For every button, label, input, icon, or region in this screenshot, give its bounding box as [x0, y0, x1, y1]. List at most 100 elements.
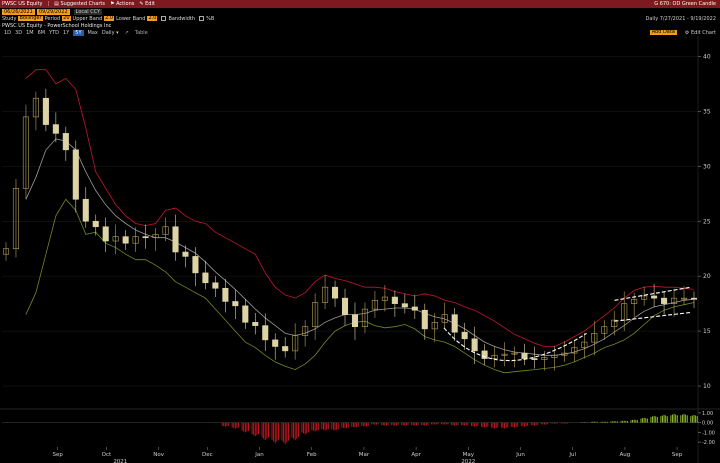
- lower-band-field[interactable]: 2.0: [147, 16, 158, 21]
- candle-body: [332, 286, 339, 299]
- x-month-label: Jan: [254, 452, 264, 458]
- ticker-label[interactable]: PWSC US Equity: [2, 1, 42, 7]
- upper-band-field[interactable]: 2.0: [104, 16, 115, 21]
- sub-y-tick-label: 1.00: [702, 411, 713, 417]
- candle-body: [182, 251, 189, 257]
- table-label: Table: [134, 29, 148, 36]
- percent-b-panel: 1.00 0.00 -1.00 -2.00: [2, 411, 715, 446]
- x-month-label: Aug: [620, 452, 631, 458]
- add-data-field[interactable]: Add Data: [649, 30, 677, 35]
- title-bar: PWSC US Equity | ▤ Suggested Charts ⚑ Ac…: [0, 0, 720, 8]
- date-range-readout: Daily 7/27/2021 - 9/19/2022: [645, 15, 717, 22]
- suggested-charts-label: Suggested Charts: [60, 1, 105, 7]
- middle-band-line: [25, 138, 695, 356]
- currency-field[interactable]: Local CCY: [73, 8, 103, 15]
- period-label: Period: [44, 15, 61, 22]
- x-year-label: 2021: [113, 459, 127, 463]
- period-max[interactable]: Max: [88, 30, 98, 36]
- period-3d[interactable]: 3D: [15, 30, 22, 36]
- candle-body: [531, 358, 538, 360]
- candle-body: [42, 97, 49, 125]
- time-axis: Sep Oct Nov Dec Jan Feb Mar Apr May Jun Jul Aug Sep 2…: [52, 447, 683, 463]
- candle-body: [62, 133, 69, 151]
- period-5y[interactable]: 5Y: [73, 29, 84, 36]
- edit-label: Edit: [145, 1, 155, 7]
- sub-y-tick-label: -1.00: [702, 430, 715, 436]
- upper-band-label: Upper Band: [72, 15, 103, 22]
- chart-template-label: G 670: OD Green Candle: [654, 1, 716, 7]
- sub-y-tick-label: 0.00: [702, 421, 713, 427]
- y-tick-label: 10: [703, 383, 711, 390]
- x-month-label: Feb: [307, 452, 317, 458]
- y-tick-label: 15: [703, 328, 711, 335]
- sub-y-tick-label: -2.00: [702, 440, 715, 446]
- study-field[interactable]: Bollinger: [18, 16, 43, 21]
- start-date-field[interactable]: 06/26/2021: [2, 8, 35, 15]
- chevron-down-icon: ▾: [116, 29, 119, 36]
- candle-body: [451, 314, 458, 333]
- candle-body: [661, 297, 668, 304]
- period-1d[interactable]: 1D: [4, 30, 11, 36]
- chart-toolbar: 1D 3D 1M 6M YTD 1Y 5Y Max Daily ▾ ↗ Tabl…: [0, 29, 720, 36]
- period-ytd[interactable]: YTD: [49, 30, 59, 36]
- x-month-label: Jul: [568, 452, 576, 458]
- x-month-label: May: [463, 452, 475, 458]
- y-tick-label: 20: [703, 273, 711, 280]
- date-range-bar: 06/26/2021 09/29/2022 Local CCY: [0, 8, 720, 15]
- candle-body: [142, 236, 149, 239]
- candlesticks: [2, 88, 698, 371]
- table-toggle[interactable]: Table: [135, 30, 148, 36]
- candle-body: [411, 306, 418, 311]
- candle-body: [202, 272, 209, 284]
- edit-menu[interactable]: ✎ Edit: [139, 1, 154, 7]
- candle-body: [690, 297, 698, 300]
- end-date-field[interactable]: 09/29/2022: [36, 8, 70, 15]
- period-1y[interactable]: 1Y: [63, 30, 69, 36]
- candle-body: [72, 149, 79, 200]
- candle-body: [212, 282, 219, 289]
- actions-menu[interactable]: ⚑ Actions: [110, 1, 134, 7]
- study-bar: Study Bollinger Period 20 Upper Band 2.0…: [0, 15, 720, 22]
- bandwidth-checkbox[interactable]: [161, 16, 167, 21]
- price-axis: 10 15 20 25 30 35 40: [698, 53, 711, 390]
- separator: |: [47, 1, 50, 7]
- x-month-label: Sep: [672, 452, 683, 458]
- candle-body: [391, 296, 398, 304]
- candle-body: [172, 226, 179, 253]
- period-6m[interactable]: 6M: [38, 30, 46, 36]
- x-month-label: Oct: [102, 452, 112, 458]
- period-field[interactable]: 20: [62, 16, 71, 21]
- x-month-label: Dec: [202, 452, 213, 458]
- candle-body: [122, 236, 129, 244]
- frequency-select[interactable]: Daily ▾: [102, 30, 119, 36]
- price-chart[interactable]: 10 15 20 25 30 35 40 1.00 0.00 -1.00 -2.00 Sep Oct…: [0, 36, 720, 463]
- candle-body: [421, 309, 428, 330]
- actions-label: Actions: [116, 1, 135, 7]
- candle-body: [192, 256, 199, 274]
- y-tick-label: 40: [703, 53, 711, 60]
- candle-body: [252, 322, 259, 326]
- x-month-label: Mar: [359, 452, 370, 458]
- candle-body: [521, 352, 528, 359]
- candle-body: [481, 350, 488, 359]
- suggested-charts-menu[interactable]: ▤ Suggested Charts: [54, 1, 105, 7]
- candle-body: [471, 338, 478, 352]
- candle-body: [262, 325, 269, 341]
- x-month-label: Nov: [153, 452, 164, 458]
- candle-body: [401, 303, 408, 308]
- candle-body: [82, 198, 89, 222]
- line-chart-icon[interactable]: ↗: [125, 30, 129, 36]
- edit-chart-button[interactable]: ⚙ Edit Chart: [685, 30, 720, 36]
- candle-body: [92, 220, 99, 228]
- candle-body: [351, 314, 359, 328]
- lower-band-label: Lower Band: [116, 15, 146, 22]
- x-month-label: Jun: [515, 452, 525, 458]
- period-1m[interactable]: 1M: [26, 30, 34, 36]
- candle-body: [272, 339, 279, 347]
- candle-body: [222, 287, 229, 302]
- percent-b-checkbox[interactable]: [199, 16, 205, 21]
- security-name: PWSC US Equity - PowerSchool Holdings In…: [2, 22, 112, 29]
- gridlines: [0, 36, 720, 463]
- x-month-label: Sep: [52, 452, 63, 458]
- candle-body: [651, 295, 658, 299]
